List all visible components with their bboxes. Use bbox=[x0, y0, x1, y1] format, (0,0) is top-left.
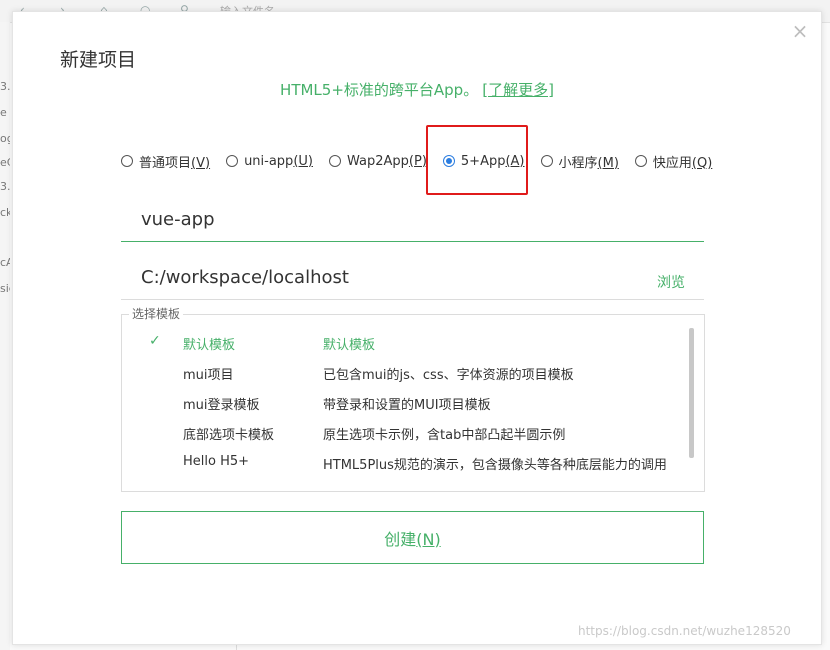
template-desc: 原生选项卡示例，含tab中部凸起半圆示例 bbox=[323, 428, 566, 443]
project-type-group: 普通项目(V) uni-app(U) Wap2App(P) 5+App(A) 小… bbox=[121, 151, 728, 171]
project-location-input[interactable] bbox=[121, 256, 704, 300]
radio-shortcut: (Q) bbox=[691, 155, 713, 171]
template-name: 默认模板 bbox=[183, 338, 236, 353]
radio-5plus-app[interactable]: 5+App(A) bbox=[442, 153, 525, 169]
radio-shortcut: (M) bbox=[597, 155, 619, 171]
side-line: 3. bbox=[0, 180, 10, 193]
radio-icon bbox=[540, 155, 553, 167]
template-desc: 已包含mui的js、css、字体资源的项目模板 bbox=[323, 368, 574, 383]
template-item-mui[interactable]: mui项目 已包含mui的js、css、字体资源的项目模板 bbox=[121, 362, 681, 392]
radio-uni-app[interactable]: uni-app(U) bbox=[226, 154, 313, 169]
radio-label: 快应用 bbox=[652, 155, 692, 171]
subtitle-text: HTML5+标准的跨平台App。 bbox=[280, 81, 479, 99]
template-desc: 带登录和设置的MUI项目模板 bbox=[323, 398, 491, 413]
side-line: ck bbox=[0, 206, 10, 219]
close-icon: × bbox=[791, 19, 809, 43]
template-name: mui登录模板 bbox=[183, 398, 260, 413]
watermark: https://blog.csdn.net/wuzhe128520 bbox=[578, 624, 791, 638]
radio-mini-program[interactable]: 小程序(M) bbox=[540, 152, 619, 171]
template-name: mui项目 bbox=[183, 368, 234, 383]
dialog-title: 新建项目 bbox=[60, 49, 137, 71]
radio-shortcut: (A) bbox=[505, 153, 525, 169]
create-button[interactable]: 创建(N) bbox=[121, 511, 704, 564]
radio-shortcut: (P) bbox=[408, 153, 427, 169]
template-desc: HTML5Plus规范的演示，包含摄像头等各种底层能力的调用 bbox=[323, 458, 667, 473]
radio-checked-icon bbox=[442, 155, 455, 167]
radio-shortcut: (U) bbox=[293, 153, 313, 169]
side-line: cA bbox=[0, 256, 10, 269]
radio-label: 普通项目 bbox=[139, 155, 192, 171]
side-line: e bbox=[0, 106, 7, 119]
radio-quick-app[interactable]: 快应用(Q) bbox=[634, 152, 713, 171]
template-list: ✓ 默认模板 默认模板 mui项目 已包含mui的js、css、字体资源的项目模… bbox=[121, 332, 681, 482]
template-name: 底部选项卡模板 bbox=[183, 428, 275, 443]
create-shortcut: (N) bbox=[416, 529, 441, 549]
template-desc: 默认模板 bbox=[323, 338, 376, 353]
create-label: 创建 bbox=[384, 529, 417, 549]
learn-more-link[interactable]: [了解更多] bbox=[482, 81, 554, 99]
radio-icon bbox=[226, 155, 239, 167]
radio-label: 小程序 bbox=[558, 155, 598, 171]
template-item-bottom-tabs[interactable]: 底部选项卡模板 原生选项卡示例，含tab中部凸起半圆示例 bbox=[121, 422, 681, 452]
radio-icon bbox=[329, 155, 341, 167]
template-scrollbar[interactable] bbox=[689, 328, 694, 458]
check-icon: ✓ bbox=[149, 333, 161, 349]
side-line: eC bbox=[0, 156, 10, 169]
radio-label: Wap2App bbox=[347, 153, 409, 169]
template-legend: 选择模板 bbox=[129, 305, 184, 322]
radio-icon bbox=[121, 155, 133, 167]
template-item-mui-login[interactable]: mui登录模板 带登录和设置的MUI项目模板 bbox=[121, 392, 681, 422]
side-line: og bbox=[0, 132, 10, 145]
background-sidebar: 3.4 e og eC 3. ck cA sic bbox=[0, 22, 10, 650]
subtitle: HTML5+标准的跨平台App。 [了解更多] bbox=[13, 79, 821, 100]
close-button[interactable]: × bbox=[791, 19, 809, 43]
side-line: sic bbox=[0, 282, 10, 295]
side-line: 3.4 bbox=[0, 80, 10, 93]
radio-normal-project[interactable]: 普通项目(V) bbox=[121, 152, 210, 171]
radio-label: uni-app bbox=[244, 153, 294, 169]
template-item-default[interactable]: ✓ 默认模板 默认模板 bbox=[121, 332, 681, 362]
radio-wap2app[interactable]: Wap2App(P) bbox=[329, 154, 427, 169]
project-name-input[interactable] bbox=[121, 198, 704, 242]
radio-icon bbox=[634, 155, 647, 167]
radio-label: 5+App bbox=[460, 153, 506, 169]
template-item-hello-h5plus[interactable]: Hello H5+ HTML5Plus规范的演示，包含摄像头等各种底层能力的调用 bbox=[121, 452, 681, 482]
radio-shortcut: (V) bbox=[191, 155, 211, 171]
browse-button[interactable]: 浏览 bbox=[657, 272, 685, 292]
new-project-dialog: × 新建项目 HTML5+标准的跨平台App。 [了解更多] 普通项目(V) un… bbox=[12, 11, 822, 645]
template-name: Hello H5+ bbox=[183, 454, 250, 469]
